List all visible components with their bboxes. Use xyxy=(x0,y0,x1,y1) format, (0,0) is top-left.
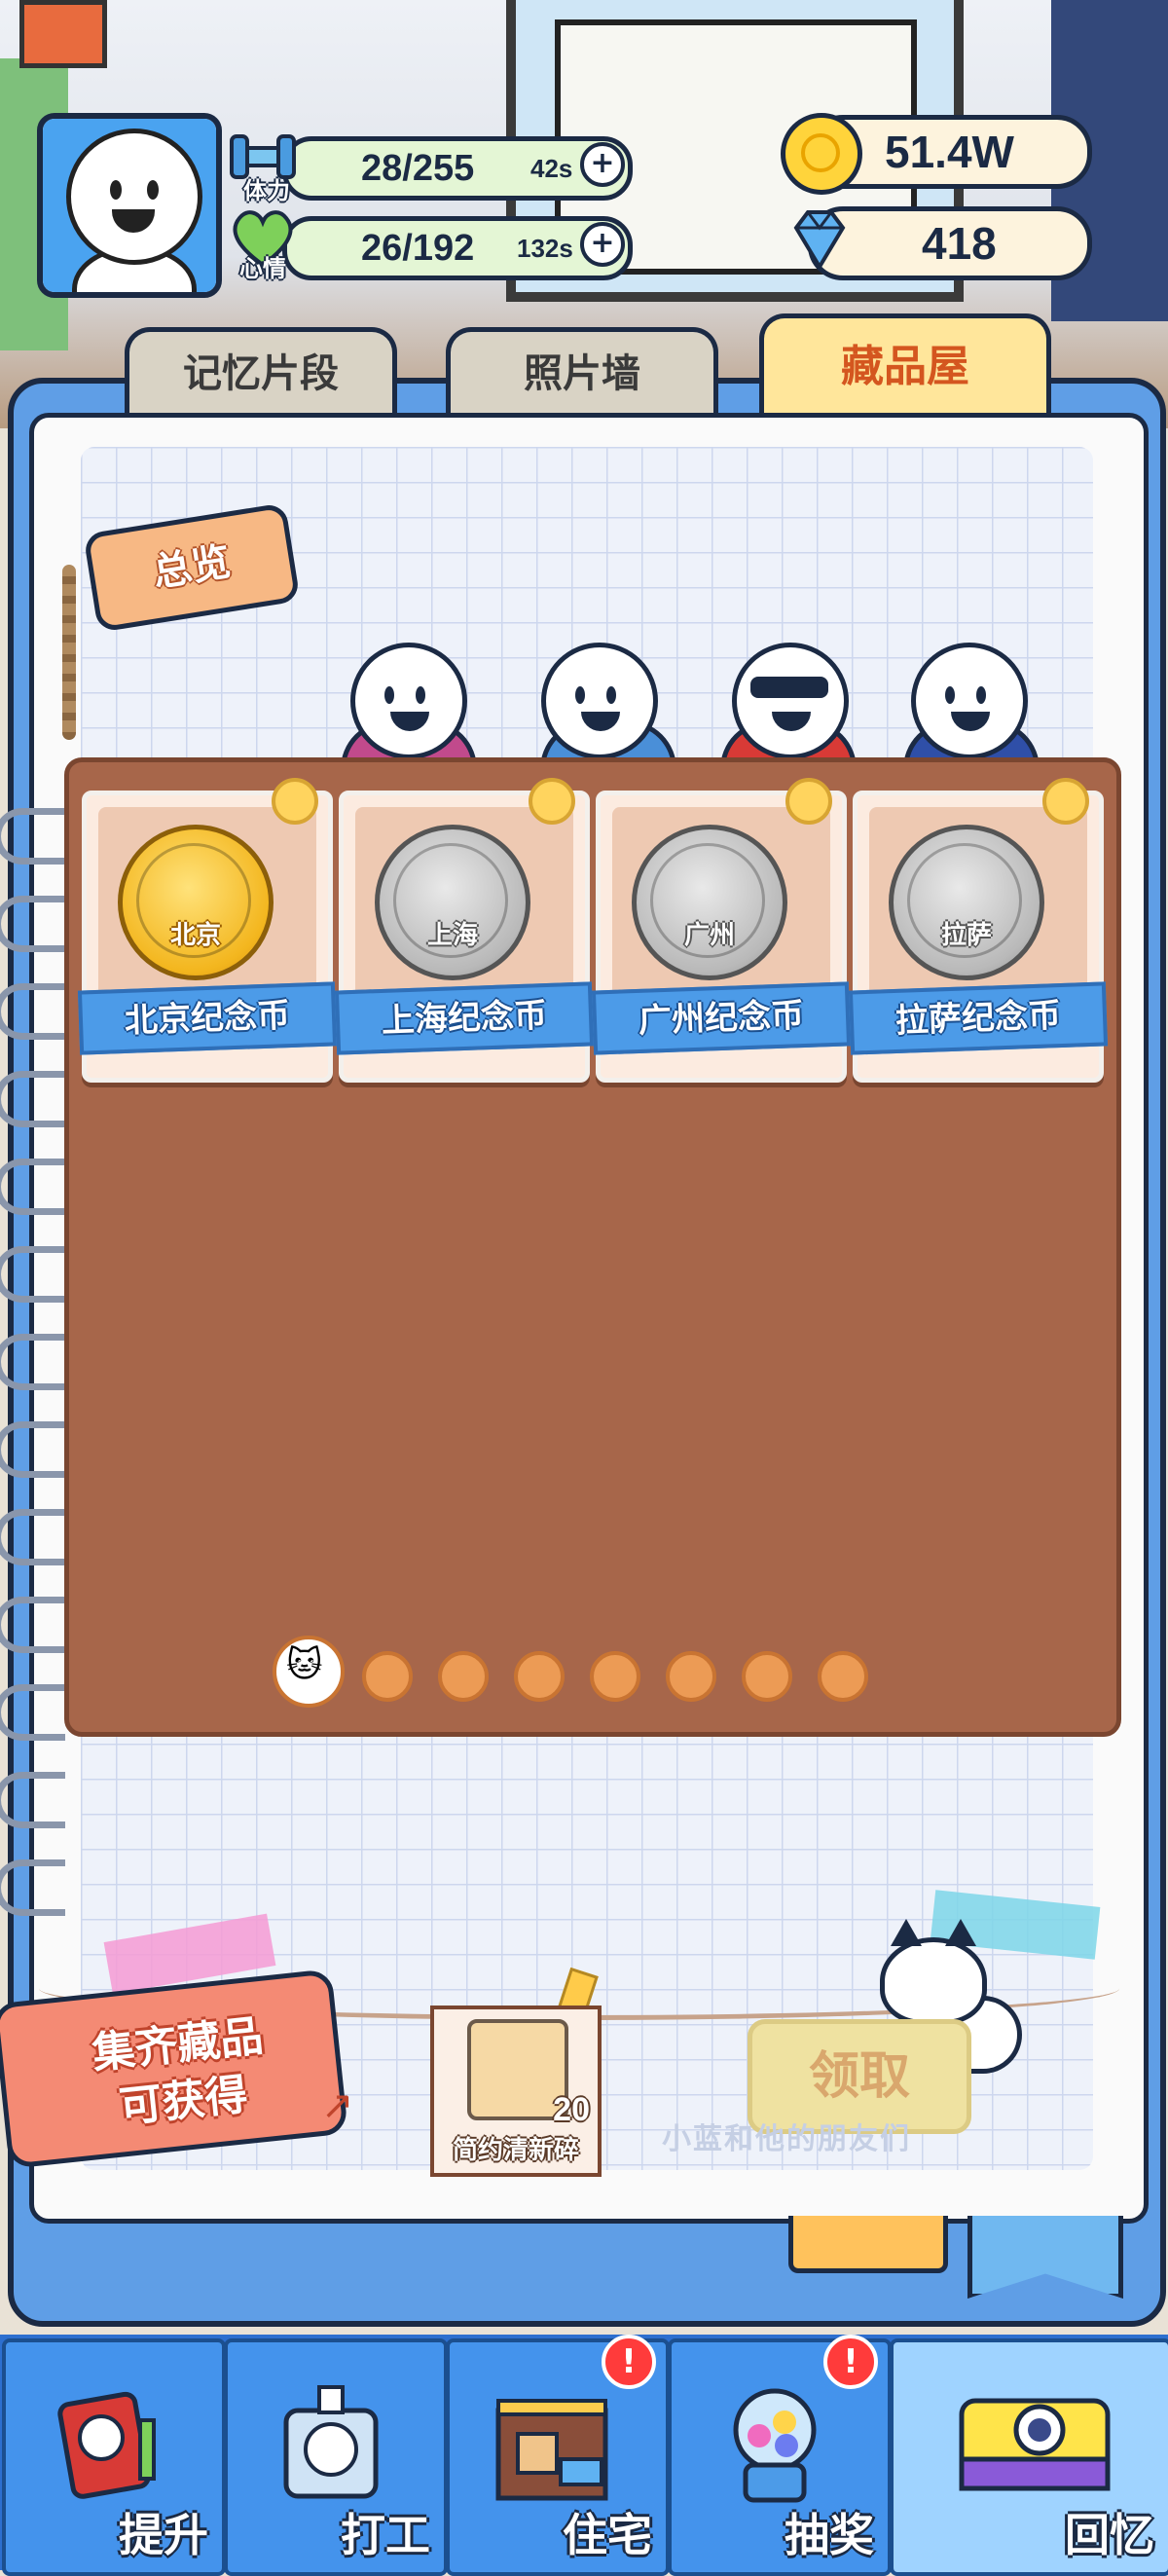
page-dot[interactable] xyxy=(590,1651,640,1702)
page-dot[interactable] xyxy=(362,1651,413,1702)
coin-city-text: 上海 xyxy=(426,921,478,950)
collection-card-shanghai[interactable]: 上海 上海纪念币 xyxy=(334,778,595,1083)
collection-card-guangzhou[interactable]: 广州 广州纪念币 xyxy=(591,778,852,1083)
spiral-ring xyxy=(0,1159,65,1215)
collection-card-beijing[interactable]: 北京 北京纪念币 xyxy=(77,778,338,1083)
page-dot[interactable] xyxy=(514,1651,565,1702)
nav-label: 打工 xyxy=(341,2509,430,2561)
spiral-ring xyxy=(0,1772,65,1828)
pin-icon xyxy=(1042,778,1089,825)
stamina-timer: 42s xyxy=(530,153,573,183)
beijing-coin-icon: 北京 xyxy=(118,825,274,980)
nav-label: 抽奖 xyxy=(785,2509,874,2561)
house-icon xyxy=(495,2399,608,2501)
spiral-ring xyxy=(0,1071,65,1127)
guangzhou-coin-icon: 广州 xyxy=(632,825,787,980)
tab-memory-fragments[interactable]: 记忆片段 xyxy=(125,327,397,416)
nav-label: 住宅 xyxy=(563,2509,652,2561)
pin-icon xyxy=(785,778,832,825)
stamina-add-button[interactable]: + xyxy=(580,142,625,187)
reward-count: 20 xyxy=(553,2091,590,2128)
page-dot[interactable] xyxy=(438,1651,489,1702)
camera-icon xyxy=(959,2398,1111,2491)
lhasa-coin-icon: 拉萨 xyxy=(889,825,1044,980)
page-dot[interactable] xyxy=(742,1651,792,1702)
spiral-ring xyxy=(0,1334,65,1390)
collection-card-lhasa[interactable]: 拉萨 拉萨纪念币 xyxy=(848,778,1109,1083)
bookmark-orange xyxy=(788,2216,948,2273)
card-label: 北京纪念币 xyxy=(77,981,338,1055)
character-head xyxy=(350,643,467,759)
nav-upgrade[interactable]: 提升 xyxy=(2,2338,226,2576)
reward-item[interactable]: 20 简约清新碎 xyxy=(430,2006,602,2177)
shanghai-coin-icon: 上海 xyxy=(375,825,530,980)
character-head xyxy=(911,643,1028,759)
page-dot-current[interactable] xyxy=(273,1636,345,1708)
nav-home[interactable]: ! 住宅 xyxy=(446,2335,670,2576)
cat-icon xyxy=(880,1919,987,2025)
spiral-ring xyxy=(0,1597,65,1653)
notification-badge: ! xyxy=(602,2335,656,2389)
spiral-ring xyxy=(0,808,65,865)
gems-value: 418 xyxy=(922,218,997,269)
card-label: 广州纪念币 xyxy=(591,981,852,1055)
nav-label: 回忆 xyxy=(1065,2509,1154,2561)
spiral-ring xyxy=(0,1859,65,1916)
character-head-sunglasses xyxy=(732,643,849,759)
mood-add-button[interactable]: + xyxy=(580,222,625,267)
avatar-face xyxy=(66,129,202,265)
coin-city-text: 北京 xyxy=(169,921,221,950)
watermark-text: 小蓝和他的朋友们 xyxy=(662,2122,911,2156)
coin-city-text: 广州 xyxy=(683,921,735,950)
stamina-value: 28/255 xyxy=(361,147,475,189)
arrow-icon: ↗ xyxy=(321,2083,354,2128)
worker-badge-icon xyxy=(283,2385,379,2499)
nav-memories[interactable]: 回忆 xyxy=(890,2338,1168,2576)
notification-badge: ! xyxy=(823,2335,878,2389)
spiral-ring xyxy=(0,1509,65,1565)
mood-timer: 132s xyxy=(517,233,573,263)
mood-value: 26/192 xyxy=(361,227,475,269)
coin-city-text: 拉萨 xyxy=(940,921,992,950)
pin-icon xyxy=(529,778,575,825)
page-dot[interactable] xyxy=(818,1651,868,1702)
spiral-ring xyxy=(0,983,65,1040)
spiral-ring xyxy=(0,896,65,952)
coins-value: 51.4W xyxy=(885,127,1014,177)
page-dot[interactable] xyxy=(666,1651,716,1702)
tab-photo-wall[interactable]: 照片墙 xyxy=(446,327,718,416)
mood-label: 心情 xyxy=(239,255,286,282)
tab-collection-room[interactable]: 藏品屋 xyxy=(759,313,1051,416)
character-head xyxy=(541,643,658,759)
diamond-icon[interactable] xyxy=(783,202,857,276)
tag-rope xyxy=(62,565,76,740)
player-avatar[interactable] xyxy=(37,113,222,298)
spiral-ring xyxy=(0,1421,65,1478)
nav-lottery[interactable]: ! 抽奖 xyxy=(668,2335,892,2576)
wall-picture xyxy=(19,0,107,68)
gold-coin-icon xyxy=(781,113,862,195)
card-label: 拉萨纪念币 xyxy=(848,981,1109,1055)
reward-item-name: 简约清新碎 xyxy=(452,2136,579,2165)
pin-icon xyxy=(272,778,318,825)
spiral-ring xyxy=(0,1246,65,1303)
card-label: 上海纪念币 xyxy=(334,981,595,1055)
book-icon xyxy=(57,2391,156,2499)
spiral-ring xyxy=(0,1684,65,1741)
nav-label: 提升 xyxy=(119,2509,208,2561)
nav-work[interactable]: 打工 xyxy=(224,2338,448,2576)
gacha-machine-icon xyxy=(733,2388,817,2503)
